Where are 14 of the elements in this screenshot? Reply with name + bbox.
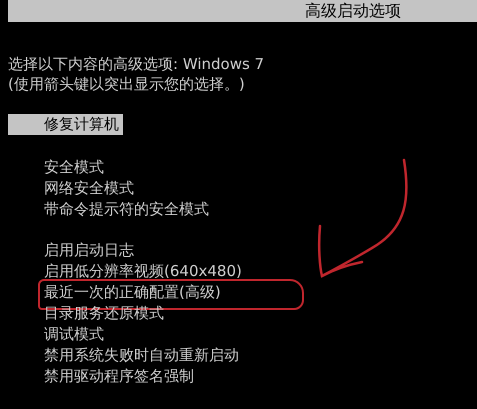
menu-item[interactable]: 启用启动日志 <box>8 240 138 261</box>
menu-item[interactable]: 最近一次的正确配置(高级) <box>8 282 225 303</box>
menu-item[interactable]: 安全模式 <box>8 157 108 178</box>
menu-item[interactable]: 目录服务还原模式 <box>8 303 168 324</box>
menu-item[interactable]: 禁用驱动程序签名强制 <box>8 366 198 387</box>
menu-item[interactable]: 带命令提示符的安全模式 <box>8 199 213 220</box>
prompt-text: 选择以下内容的高级选项: Windows 7 <box>8 54 266 74</box>
screen-title: 高级启动选项 <box>305 1 401 21</box>
prompt-text: (使用箭头键以突出显示您的选择。) <box>8 74 246 94</box>
menu-item[interactable]: 禁用系统失败时自动重新启动 <box>8 345 243 366</box>
menu-item[interactable]: 调试模式 <box>8 324 108 345</box>
menu-item[interactable]: 网络安全模式 <box>8 178 138 199</box>
menu-item[interactable]: 启用低分辨率视频(640x480) <box>8 261 246 282</box>
menu-item[interactable]: 修复计算机 <box>8 114 123 135</box>
